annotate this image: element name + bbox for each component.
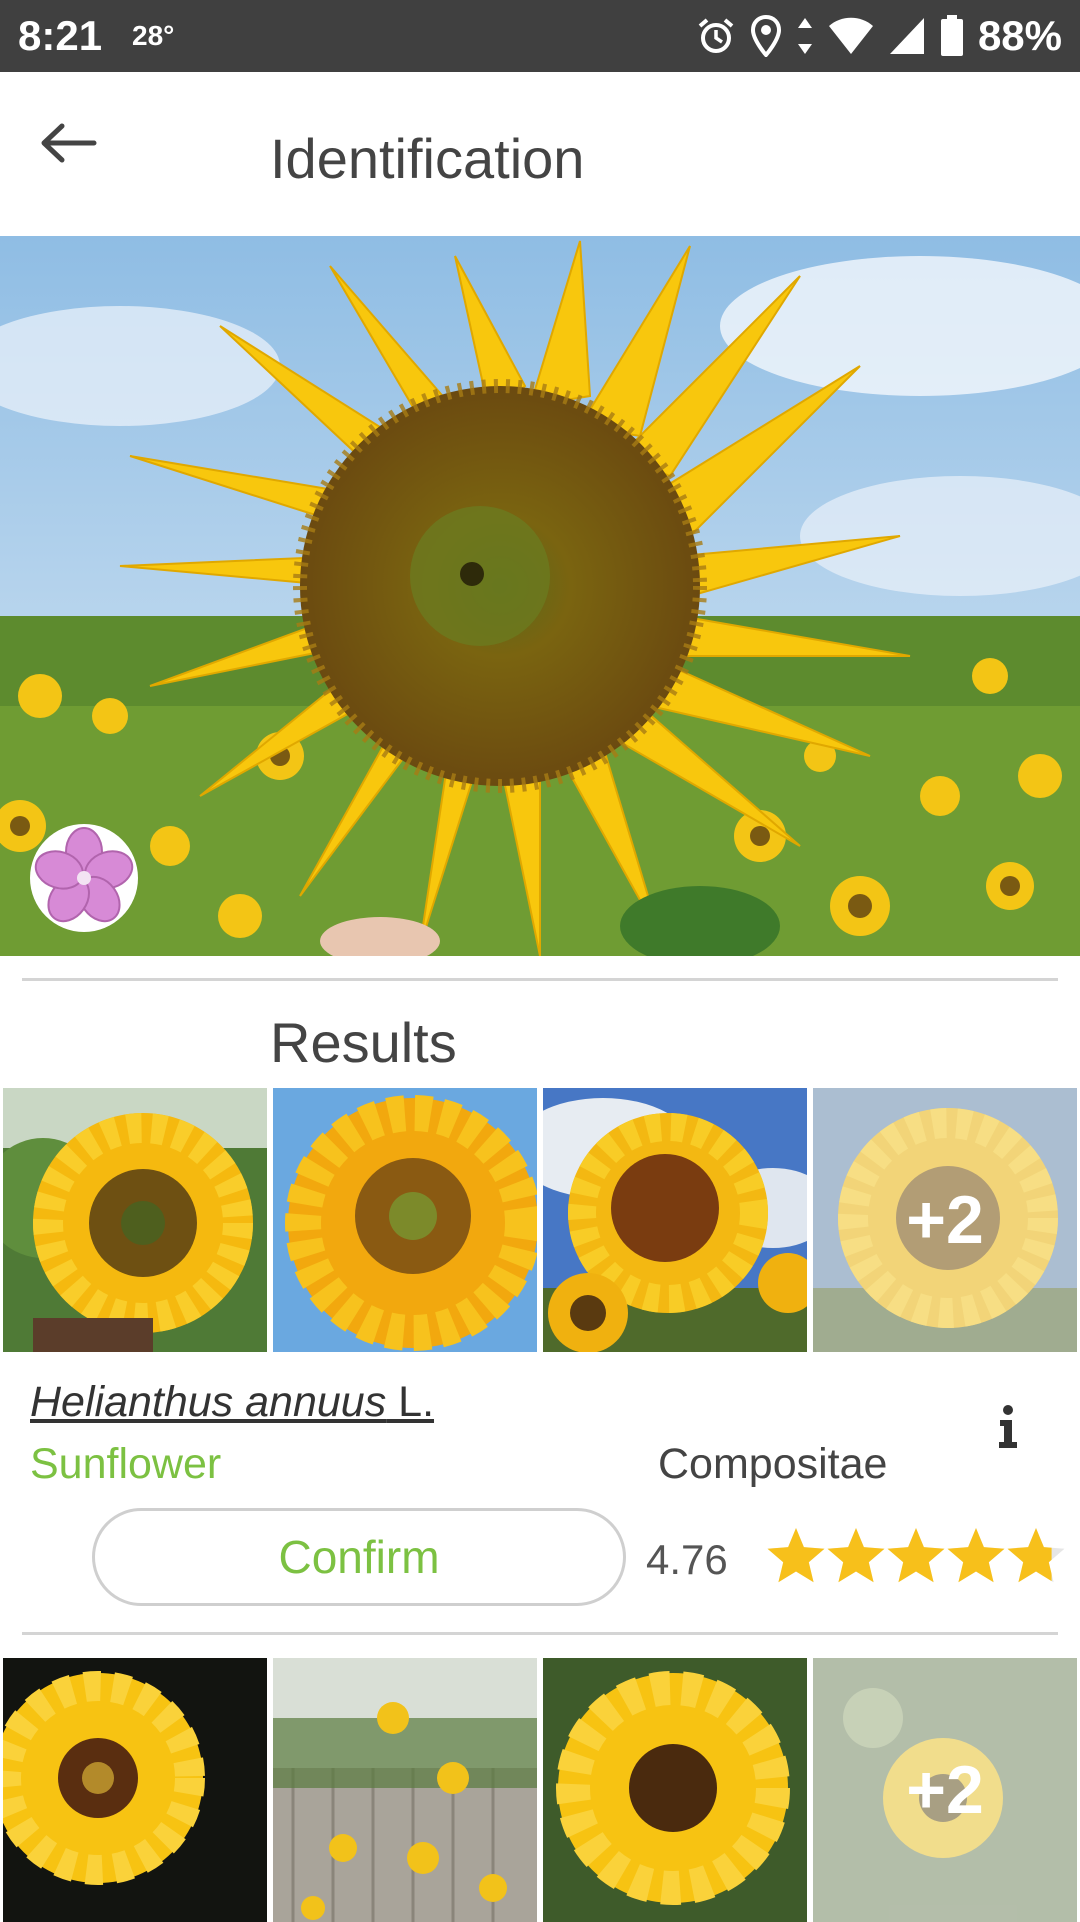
- result-thumbnail-more[interactable]: +2: [813, 1658, 1077, 1922]
- result-thumbnail[interactable]: [543, 1088, 807, 1352]
- result-thumbnail[interactable]: [3, 1088, 267, 1352]
- star-icon: [767, 1528, 825, 1583]
- arrow-left-icon: [41, 123, 97, 163]
- more-photos-count: +2: [906, 1182, 984, 1258]
- star-icon: [887, 1528, 945, 1583]
- page-title: Identification: [270, 127, 585, 190]
- star-icon: [827, 1528, 885, 1583]
- divider: [22, 1632, 1058, 1635]
- more-photos-overlay: +2: [813, 1658, 1077, 1922]
- app-bar: Identification: [0, 72, 1080, 236]
- battery-icon: [940, 15, 963, 56]
- result-thumbnail[interactable]: [543, 1658, 807, 1922]
- scientific-name-link[interactable]: Helianthus annuus L.: [30, 1378, 434, 1427]
- result-thumbnail-more[interactable]: +2: [813, 1088, 1077, 1352]
- status-icons: 88%: [696, 10, 1062, 62]
- status-time: 8:21: [18, 12, 103, 59]
- confirm-button[interactable]: Confirm: [92, 1508, 626, 1606]
- results-heading: Results: [270, 1011, 457, 1074]
- result-thumbnail[interactable]: [273, 1088, 537, 1352]
- info-icon[interactable]: [980, 1398, 1036, 1454]
- status-bar: 8:21 28° 88%: [0, 0, 1080, 72]
- common-name: Sunflower: [30, 1440, 222, 1488]
- divider: [22, 978, 1058, 981]
- author-abbrev: L.: [386, 1378, 435, 1426]
- family-name: Compositae: [658, 1440, 888, 1488]
- wifi-icon: [828, 17, 873, 54]
- score-value: 4.76: [646, 1536, 728, 1583]
- location-icon: [750, 15, 781, 57]
- more-photos-count: +2: [906, 1752, 984, 1828]
- result-thumbnail[interactable]: [273, 1658, 537, 1922]
- signal-icon: [889, 18, 924, 54]
- data-arrows-icon: [797, 18, 812, 54]
- more-photos-overlay: +2: [813, 1088, 1077, 1352]
- back-button[interactable]: [28, 108, 108, 178]
- flower-organ-icon[interactable]: [28, 822, 140, 934]
- star-rating: [767, 1528, 1065, 1583]
- alarm-icon: [698, 18, 734, 53]
- star-icon: [947, 1528, 1005, 1583]
- query-photo: [0, 236, 1080, 956]
- battery-percent: 88%: [977, 12, 1062, 59]
- scientific-name: Helianthus annuus: [30, 1378, 387, 1426]
- result-thumbnail[interactable]: [3, 1658, 267, 1922]
- status-temperature: 28°: [132, 20, 175, 51]
